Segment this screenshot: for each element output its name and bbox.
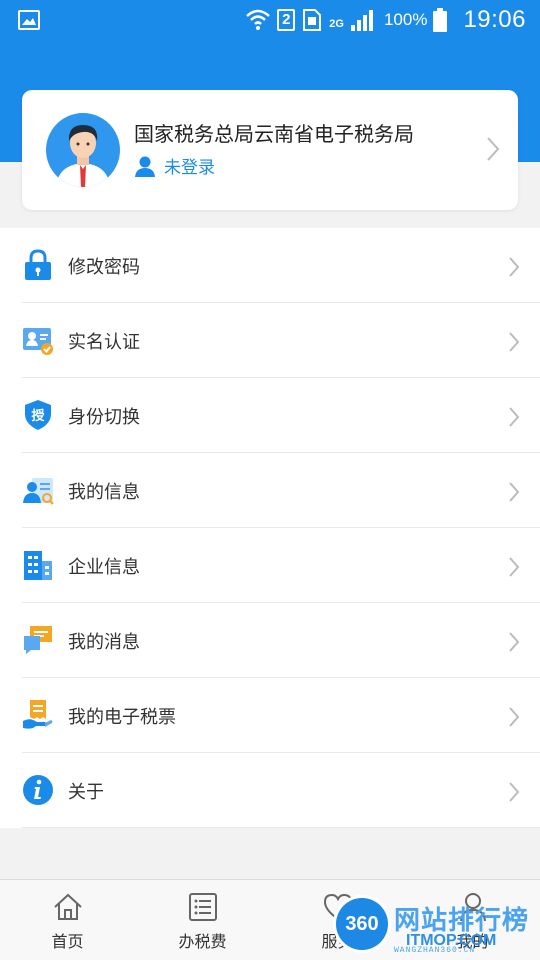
- network-type: 2G: [329, 18, 344, 30]
- id-verify-icon: [23, 328, 53, 355]
- ticket-icon: [23, 700, 53, 729]
- sim-card-icon: [303, 9, 322, 31]
- chevron-right-icon: [509, 632, 520, 652]
- login-status-text: 未登录: [164, 158, 215, 178]
- menu-item-real-name-auth[interactable]: 实名认证: [0, 303, 540, 378]
- menu-item-switch-identity[interactable]: 授 身份切换: [0, 378, 540, 453]
- clock: 19:06: [463, 6, 526, 33]
- tab-label: 办税费: [178, 932, 227, 951]
- menu-label: 修改密码: [68, 256, 140, 278]
- menu-item-company-info[interactable]: 企业信息: [0, 528, 540, 603]
- menu-label: 我的信息: [68, 481, 140, 503]
- watermark-url: WANGZHAN360.CN: [394, 946, 476, 955]
- profile-card[interactable]: 国家税务总局云南省电子税务局 未登录: [22, 90, 518, 210]
- chevron-right-icon: [509, 482, 520, 502]
- profile-info-icon: [23, 478, 54, 505]
- menu-item-my-info[interactable]: 我的信息: [0, 453, 540, 528]
- menu-label: 身份切换: [68, 406, 140, 428]
- tab-label: 首页: [51, 932, 84, 951]
- menu-label: 我的电子税票: [68, 706, 176, 728]
- menu-item-e-tax-ticket[interactable]: 我的电子税票: [0, 678, 540, 753]
- message-icon: [24, 626, 52, 654]
- settings-menu: 修改密码 实名认证 授 身份切换 我的信息 企业信息 我的消息 我的电子税票 关…: [0, 228, 540, 828]
- svg-text:授: 授: [31, 408, 45, 424]
- menu-label: 关于: [68, 781, 104, 803]
- list-icon: [188, 893, 217, 921]
- building-icon: [24, 551, 52, 580]
- signal-icon: [350, 10, 373, 31]
- chevron-right-icon: [509, 257, 520, 277]
- battery-icon: [433, 8, 448, 32]
- chevron-right-icon: [509, 557, 520, 577]
- shield-auth-icon: 授: [25, 400, 51, 430]
- menu-item-my-messages[interactable]: 我的消息: [0, 603, 540, 678]
- menu-item-change-password[interactable]: 修改密码: [0, 228, 540, 303]
- menu-label: 我的消息: [68, 631, 140, 653]
- chevron-right-icon: [509, 332, 520, 352]
- sim-slot-badge: 2: [277, 9, 296, 31]
- lock-icon: [25, 249, 51, 280]
- wifi-icon: [246, 9, 271, 30]
- chevron-right-icon: [487, 137, 500, 161]
- user-icon: [135, 156, 155, 177]
- watermark-badge: 360: [336, 898, 388, 950]
- chevron-right-icon: [509, 707, 520, 727]
- status-bar: 2 2G 100% 19:06: [0, 0, 540, 40]
- avatar: [46, 113, 120, 187]
- login-status[interactable]: 未登录: [134, 153, 215, 178]
- watermark: 360 网站排行榜 ITMOP.COM WANGZHAN360.CN: [330, 894, 540, 956]
- chevron-right-icon: [509, 782, 520, 802]
- gallery-icon: [18, 10, 40, 30]
- menu-label: 实名认证: [68, 331, 140, 353]
- battery-percent: 100%: [383, 10, 428, 29]
- menu-item-about[interactable]: 关于: [0, 753, 540, 828]
- menu-label: 企业信息: [68, 556, 140, 578]
- tab-tax-fees[interactable]: 办税费: [135, 880, 270, 960]
- info-icon: [23, 775, 53, 805]
- profile-name: 国家税务总局云南省电子税务局: [134, 122, 414, 146]
- home-icon: [53, 893, 82, 920]
- tab-home[interactable]: 首页: [0, 880, 135, 960]
- chevron-right-icon: [509, 407, 520, 427]
